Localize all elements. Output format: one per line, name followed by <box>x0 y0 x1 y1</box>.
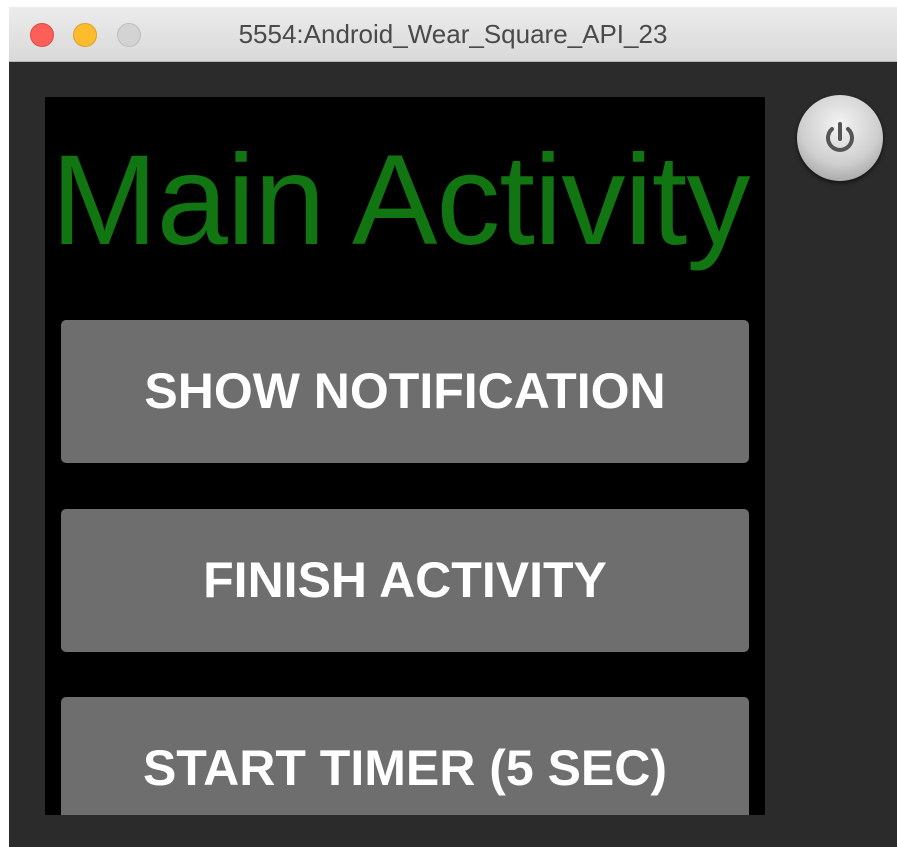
finish-activity-button[interactable]: FINISH ACTIVITY <box>61 509 749 652</box>
power-button[interactable] <box>797 95 883 181</box>
emulator-window: 5554:Android_Wear_Square_API_23 Main Act… <box>9 7 897 847</box>
start-timer-button[interactable]: START TIMER (5 SEC) <box>61 697 749 815</box>
watch-screen: Main Activity SHOW NOTIFICATION FINISH A… <box>45 97 765 815</box>
page-title: Main Activity <box>51 129 750 272</box>
show-notification-button[interactable]: SHOW NOTIFICATION <box>61 320 749 463</box>
window-titlebar[interactable]: 5554:Android_Wear_Square_API_23 <box>9 7 897 62</box>
window-title: 5554:Android_Wear_Square_API_23 <box>238 19 668 49</box>
power-icon <box>826 122 854 152</box>
